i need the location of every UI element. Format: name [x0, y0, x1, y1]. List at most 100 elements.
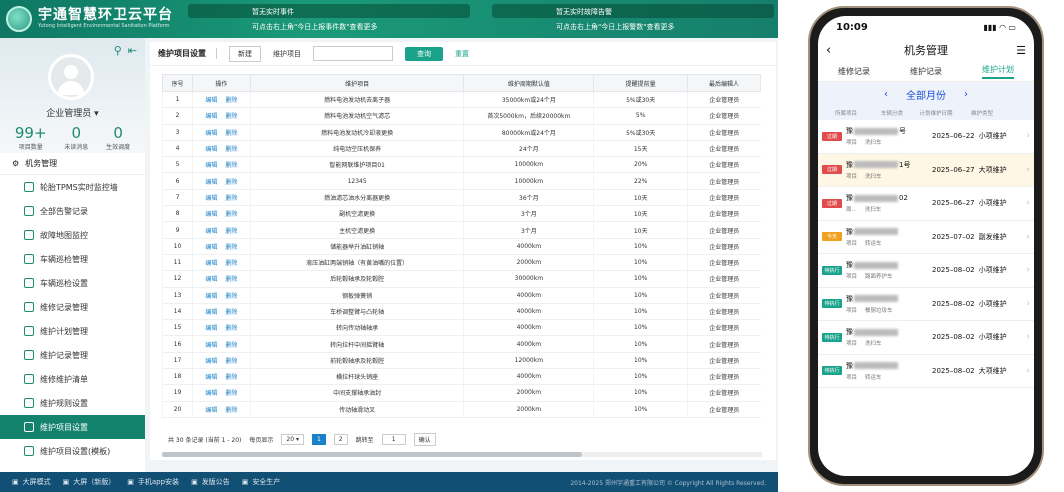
edit-link[interactable]: 编辑 [205, 325, 217, 332]
phone-list-item[interactable]: 今天豫项目 转运车 2025–07–02 副发维护 › [818, 220, 1034, 254]
delete-link[interactable]: 删除 [225, 195, 237, 202]
menu-item-icon [24, 398, 34, 408]
phone-list-item[interactable]: 待执行豫项目 转运车 2025–08–02 大项维护 › [818, 354, 1034, 388]
edit-link[interactable]: 编辑 [205, 309, 217, 316]
query-button[interactable]: 查询 [405, 46, 443, 61]
delete-link[interactable]: 删除 [225, 113, 237, 120]
phone-list-item[interactable]: 过期豫号项目 洗扫车 2025–06–22 小项维护 › [818, 120, 1034, 154]
bottom-bar-item[interactable]: ▣ 大屏模式 [12, 477, 51, 487]
phone-tab[interactable]: 维护计划 [982, 64, 1014, 79]
edit-link[interactable]: 编辑 [205, 228, 217, 235]
page-1[interactable]: 1 [311, 434, 326, 445]
menu-item[interactable]: 车辆巡检管理 [0, 247, 145, 271]
stat-value: 0 [113, 124, 123, 142]
edit-link[interactable]: 编辑 [205, 113, 217, 120]
delete-link[interactable]: 删除 [225, 130, 237, 137]
delete-link[interactable]: 删除 [225, 179, 237, 186]
menu-item[interactable]: 维护计划管理 [0, 319, 145, 343]
scroll-thumb[interactable] [162, 452, 582, 457]
menu-group-head[interactable]: ⚙ 机务管理 [0, 153, 145, 175]
collapse-icon[interactable]: ⇤ [128, 44, 137, 57]
month-label[interactable]: 全部月份 [906, 87, 946, 102]
menu-list: 轮胎TPMS实时监控墙 全部告警记录 故障地图监控 车辆巡检管理 车辆巡检设置 维修记录管… [0, 175, 145, 463]
plate-number: 豫 [846, 227, 928, 237]
phone-list-item[interactable]: 过期豫 02 周... 洗扫车 2025–06–27 小项维护 › [818, 187, 1034, 221]
menu-item[interactable]: 维护项目设置(模板) [0, 439, 145, 463]
reset-link[interactable]: 重置 [455, 49, 469, 59]
delete-link[interactable]: 删除 [225, 407, 237, 414]
per-page-select[interactable]: 20 ▾ [281, 434, 304, 445]
edit-link[interactable]: 编辑 [205, 342, 217, 349]
bottom-bar-item[interactable]: ▣ 发版公告 [191, 477, 230, 487]
menu-item[interactable]: 维修维护清单 [0, 367, 145, 391]
delete-link[interactable]: 删除 [225, 374, 237, 381]
edit-link[interactable]: 编辑 [205, 211, 217, 218]
phone-list-item[interactable]: 待执行豫项目 洗扫车 2025–08–02 小项维护 › [818, 321, 1034, 355]
alarm-notice[interactable]: 暂无实时故障告警 可点击右上角"今日上报警数"查看更多 [492, 4, 774, 34]
edit-link[interactable]: 编辑 [205, 260, 217, 267]
edit-link[interactable]: 编辑 [205, 390, 217, 397]
phone-list-item[interactable]: 过期豫 1号 项目 洗扫车 2025–06–27 大项维护 › [818, 153, 1034, 187]
delete-link[interactable]: 删除 [225, 276, 237, 283]
delete-link[interactable]: 删除 [225, 260, 237, 267]
event-notice[interactable]: 暂无实时事件 可点击右上角"今日上报事件数"查看更多 [188, 4, 470, 34]
bottom-bar-item[interactable]: ▣ 手机app安装 [127, 477, 179, 487]
chevron-right-icon: › [1026, 164, 1030, 175]
phone-header: ‹ 机务管理 ☰ [818, 38, 1034, 62]
edit-link[interactable]: 编辑 [205, 293, 217, 300]
delete-link[interactable]: 删除 [225, 358, 237, 365]
default-cycle: 2000km [463, 254, 594, 272]
phone-list-item[interactable]: 待执行豫项目 餐厨垃圾车 2025–08–02 小项维护 › [818, 287, 1034, 321]
delete-link[interactable]: 删除 [225, 342, 237, 349]
chevron-right-icon: › [1026, 298, 1030, 309]
edit-link[interactable]: 编辑 [205, 179, 217, 186]
delete-link[interactable]: 删除 [225, 162, 237, 169]
project-input[interactable] [313, 46, 393, 61]
bottom-bar-item[interactable]: ▣ 大屏（新版） [63, 477, 116, 487]
menu-item[interactable]: 故障地图监控 [0, 223, 145, 247]
menu-item[interactable]: 车辆巡检设置 [0, 271, 145, 295]
edit-link[interactable]: 编辑 [205, 407, 217, 414]
menu-item[interactable]: 维修记录管理 [0, 295, 145, 319]
menu-item[interactable]: 维护记录管理 [0, 343, 145, 367]
menu-icon[interactable]: ☰ [1016, 44, 1026, 57]
edit-link[interactable]: 编辑 [205, 358, 217, 365]
edit-link[interactable]: 编辑 [205, 162, 217, 169]
next-month-icon[interactable]: › [964, 89, 968, 100]
phone-tab[interactable]: 维护记录 [910, 66, 942, 77]
prev-month-icon[interactable]: ‹ [884, 89, 888, 100]
edit-link[interactable]: 编辑 [205, 97, 217, 104]
edit-link[interactable]: 编辑 [205, 130, 217, 137]
jump-input[interactable]: 1 [381, 434, 406, 445]
delete-link[interactable]: 删除 [225, 228, 237, 235]
edit-link[interactable]: 编辑 [205, 146, 217, 153]
delete-link[interactable]: 删除 [225, 325, 237, 332]
back-icon[interactable]: ‹ [826, 43, 831, 58]
delete-link[interactable]: 删除 [225, 211, 237, 218]
menu-item[interactable]: 维护项目设置 [0, 415, 145, 439]
user-name[interactable]: 企业管理员 ▾ [0, 106, 145, 119]
edit-link[interactable]: 编辑 [205, 374, 217, 381]
confirm-button[interactable]: 确认 [413, 433, 436, 446]
edit-link[interactable]: 编辑 [205, 276, 217, 283]
phone-list-item[interactable]: 待执行豫项目 路面养护车 2025–08–02 小项维护 › [818, 254, 1034, 288]
menu-item[interactable]: 维护规则设置 [0, 391, 145, 415]
delete-link[interactable]: 删除 [225, 390, 237, 397]
edit-link[interactable]: 编辑 [205, 244, 217, 251]
search-icon[interactable]: ⚲ [114, 44, 122, 57]
delete-link[interactable]: 删除 [225, 309, 237, 316]
table-header-cell[interactable]: 最后编辑人 [687, 74, 761, 92]
edit-link[interactable]: 编辑 [205, 195, 217, 202]
phone-tab[interactable]: 维修记录 [838, 66, 870, 77]
menu-item[interactable]: 全部告警记录 [0, 199, 145, 223]
delete-link[interactable]: 删除 [225, 244, 237, 251]
menu-item[interactable]: 轮胎TPMS实时监控墙 [0, 175, 145, 199]
delete-link[interactable]: 删除 [225, 293, 237, 300]
horizontal-scrollbar[interactable] [162, 452, 762, 457]
delete-link[interactable]: 删除 [225, 146, 237, 153]
avatar[interactable] [48, 54, 94, 100]
new-button[interactable]: 新建 [229, 45, 261, 62]
page-2[interactable]: 2 [333, 434, 348, 445]
delete-link[interactable]: 删除 [225, 97, 237, 104]
bottom-bar-item[interactable]: ▣ 安全生产 [242, 477, 281, 487]
